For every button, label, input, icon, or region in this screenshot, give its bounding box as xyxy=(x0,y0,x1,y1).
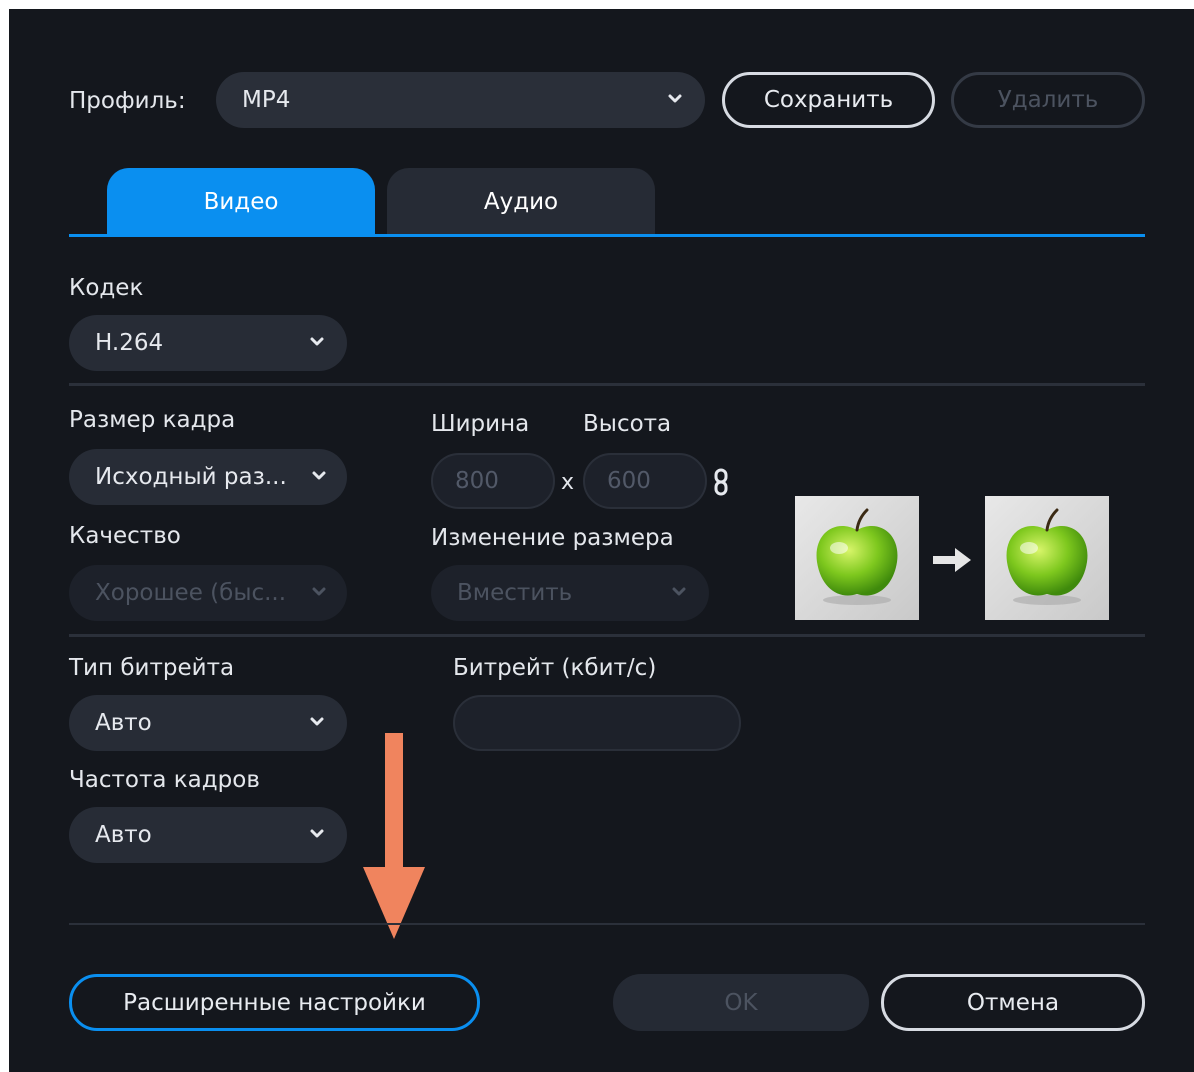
divider xyxy=(69,383,1145,386)
height-label: Высота xyxy=(583,411,672,437)
chevron-down-icon xyxy=(310,717,324,726)
resize-preview-original xyxy=(795,496,919,620)
profile-dropdown[interactable]: MP4 xyxy=(216,72,705,128)
bitrate-type-value: Авто xyxy=(95,710,152,736)
chevron-down-icon xyxy=(312,471,326,480)
resize-value: Вместить xyxy=(457,580,573,606)
chain-link-icon[interactable] xyxy=(713,468,729,496)
chevron-down-icon xyxy=(312,587,326,596)
resize-preview-result xyxy=(985,496,1109,620)
frame-rate-label: Частота кадров xyxy=(69,767,260,793)
chevron-down-icon xyxy=(668,94,682,103)
codec-value: H.264 xyxy=(95,330,164,356)
advanced-settings-button[interactable]: Расширенные настройки xyxy=(69,974,480,1031)
chevron-down-icon xyxy=(310,829,324,838)
quality-label: Качество xyxy=(69,523,181,549)
width-input[interactable]: 800 xyxy=(431,453,555,509)
width-label: Ширина xyxy=(431,411,530,437)
bitrate-type-dropdown[interactable]: Авто xyxy=(69,695,347,751)
tab-audio[interactable]: Аудио xyxy=(387,168,655,235)
dimension-separator: x xyxy=(561,470,575,495)
ok-button[interactable]: OK xyxy=(613,974,869,1031)
chevron-down-icon xyxy=(672,587,686,596)
frame-size-value: Исходный раз... xyxy=(95,464,287,490)
apple-icon xyxy=(1006,508,1088,605)
frame-rate-value: Авто xyxy=(95,822,152,848)
profile-label: Профиль: xyxy=(69,88,186,114)
quality-dropdown[interactable]: Хорошее (быс... xyxy=(69,565,347,621)
divider xyxy=(69,923,1145,925)
export-settings-dialog: Профиль: MP4 Сохранить Удалить Видео Ауд… xyxy=(9,9,1194,1072)
frame-size-dropdown[interactable]: Исходный раз... xyxy=(69,449,347,505)
resize-label: Изменение размера xyxy=(431,525,674,551)
frame-rate-dropdown[interactable]: Авто xyxy=(69,807,347,863)
bitrate-label: Битрейт (кбит/с) xyxy=(453,655,657,681)
cancel-button[interactable]: Отмена xyxy=(881,974,1145,1031)
chevron-down-icon xyxy=(310,337,324,346)
tab-video[interactable]: Видео xyxy=(107,168,375,235)
quality-value: Хорошее (быс... xyxy=(95,580,287,606)
codec-dropdown[interactable]: H.264 xyxy=(69,315,347,371)
delete-profile-button[interactable]: Удалить xyxy=(951,72,1145,128)
bitrate-input[interactable] xyxy=(453,695,741,751)
arrow-right-icon xyxy=(933,548,971,572)
profile-value: MP4 xyxy=(242,87,291,113)
bitrate-type-label: Тип битрейта xyxy=(69,655,235,681)
resize-dropdown[interactable]: Вместить xyxy=(431,565,709,621)
frame-size-label: Размер кадра xyxy=(69,407,236,433)
height-input[interactable]: 600 xyxy=(583,453,707,509)
apple-icon xyxy=(816,508,898,605)
divider xyxy=(69,634,1145,637)
tab-underline xyxy=(69,234,1145,237)
annotation-arrow-down-icon xyxy=(363,733,425,939)
codec-label: Кодек xyxy=(69,275,144,301)
save-profile-button[interactable]: Сохранить xyxy=(722,72,935,128)
